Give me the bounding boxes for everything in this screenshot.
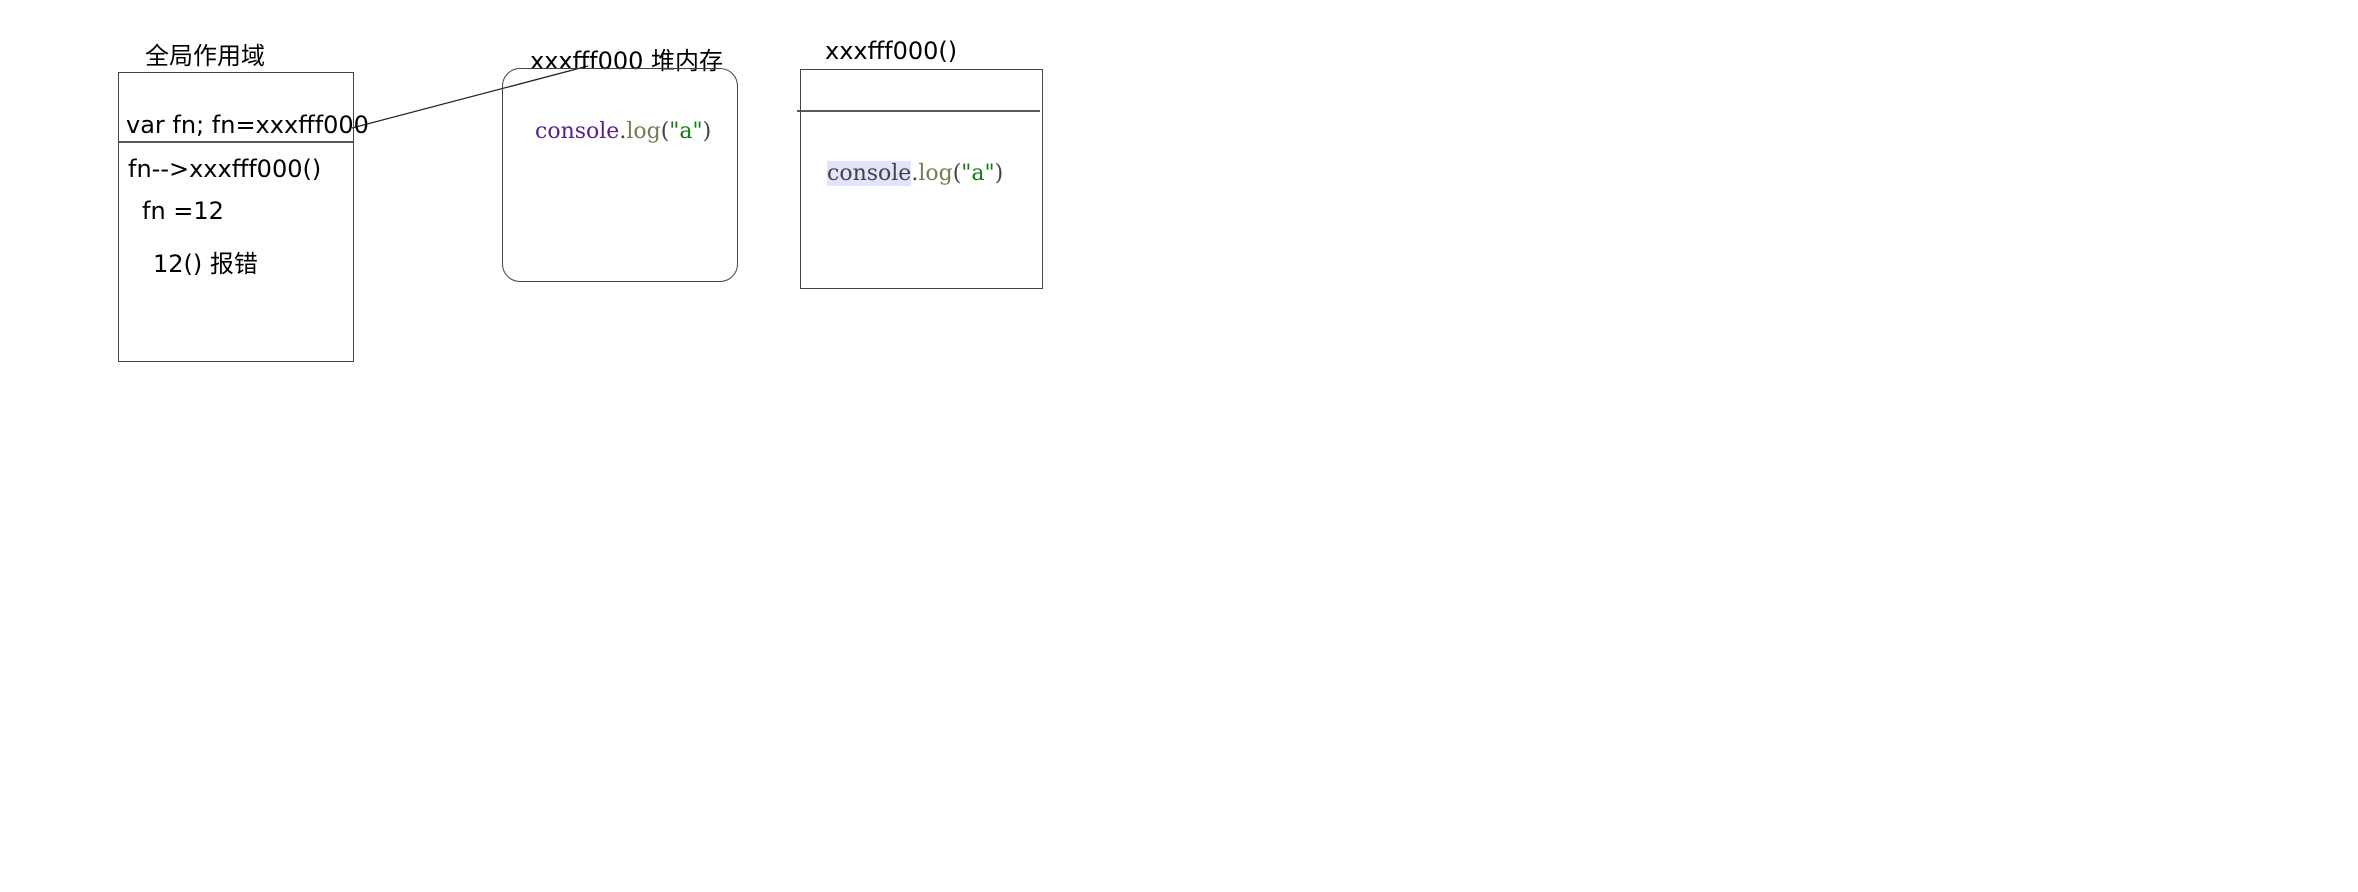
- exec-code-method: log: [918, 161, 953, 186]
- heap-box: [502, 68, 738, 282]
- exec-title: xxxfff000(): [825, 37, 958, 65]
- global-scope-line-call: fn-->xxxfff000(): [128, 155, 322, 183]
- global-scope-title: 全局作用域: [145, 42, 265, 70]
- exec-code-open: (: [952, 161, 962, 186]
- heap-code-object: console: [535, 119, 620, 144]
- heap-code: console.log("a"): [535, 121, 711, 143]
- heap-code-close: ): [702, 119, 712, 144]
- heap-code-open: (: [660, 119, 670, 144]
- exec-code-object: console: [827, 161, 912, 186]
- exec-code: console.log("a"): [827, 161, 1004, 186]
- exec-code-string: "a": [961, 161, 995, 186]
- global-scope-line-assign: fn =12: [142, 197, 224, 225]
- heap-code-method: log: [626, 119, 661, 144]
- global-scope-line-declaration: var fn; fn=xxxfff000: [126, 111, 369, 139]
- exec-code-close: ): [994, 161, 1004, 186]
- global-scope-line-error: 12() 报错: [153, 250, 258, 278]
- heap-code-string: "a": [669, 119, 703, 144]
